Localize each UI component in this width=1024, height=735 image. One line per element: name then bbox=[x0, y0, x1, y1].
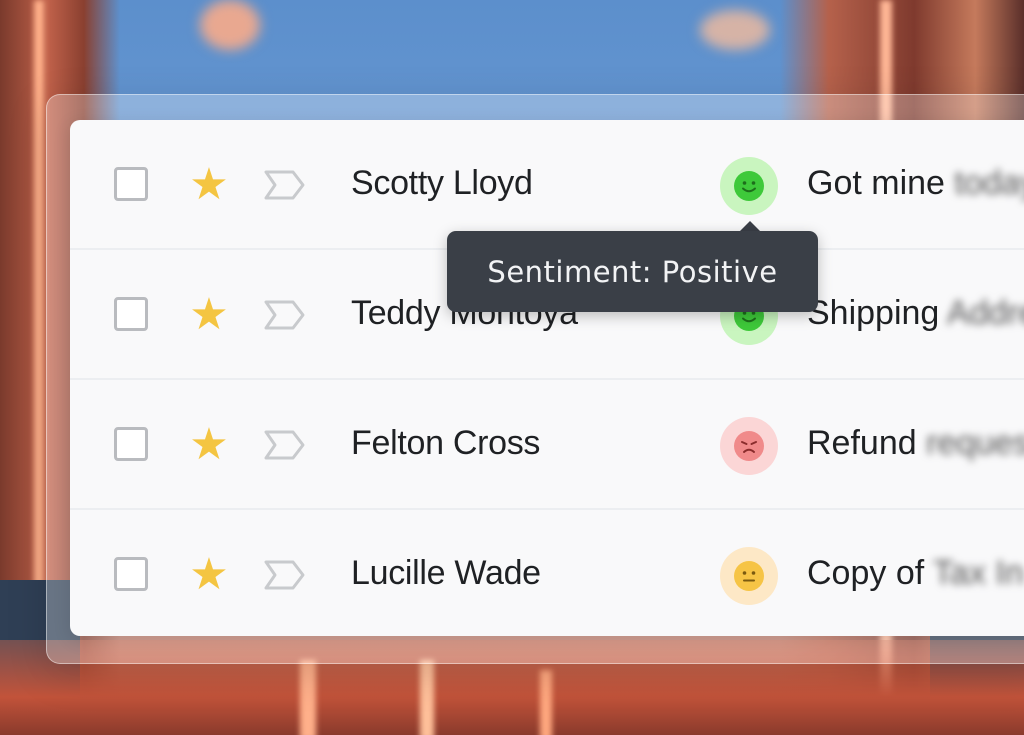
star-icon[interactable]: ★ bbox=[187, 553, 231, 597]
sentiment-tooltip: Sentiment: Positive bbox=[447, 231, 818, 312]
label-tag-icon[interactable] bbox=[263, 429, 307, 461]
email-row[interactable]: ★ Lucille Wade Copy of Tax In bbox=[70, 510, 1024, 636]
email-subject: Got mine today bbox=[807, 164, 1024, 203]
star-icon[interactable]: ★ bbox=[187, 163, 231, 207]
email-subject: Shipping Address bbox=[807, 294, 1024, 333]
label-tag-icon[interactable] bbox=[263, 169, 307, 201]
label-tag-icon[interactable] bbox=[263, 559, 307, 591]
sentiment-indicator[interactable] bbox=[720, 157, 778, 215]
sender-name: Felton Cross bbox=[351, 424, 541, 462]
label-tag-icon[interactable] bbox=[263, 299, 307, 331]
smile-icon bbox=[734, 171, 764, 201]
subject-blurred-text: Tax In bbox=[933, 554, 1024, 592]
subject-blurred-text: request bbox=[926, 424, 1024, 462]
select-checkbox[interactable] bbox=[114, 557, 148, 591]
star-icon[interactable]: ★ bbox=[187, 423, 231, 467]
email-subject: Copy of Tax In bbox=[807, 554, 1024, 593]
sentiment-indicator[interactable] bbox=[720, 417, 778, 475]
subject-text: Copy of bbox=[807, 554, 925, 592]
star-icon[interactable]: ★ bbox=[187, 293, 231, 337]
subject-text: Got mine bbox=[807, 164, 945, 202]
select-checkbox[interactable] bbox=[114, 427, 148, 461]
email-row[interactable]: ★ Felton Cross Refund request bbox=[70, 380, 1024, 510]
email-list: ★ Scotty Lloyd Got mine today ★ Teddy Mo… bbox=[70, 120, 1024, 636]
neutral-face-icon bbox=[734, 561, 764, 591]
sender-name: Lucille Wade bbox=[351, 554, 541, 592]
subject-text: Shipping bbox=[807, 294, 940, 332]
sentiment-indicator[interactable] bbox=[720, 547, 778, 605]
select-checkbox[interactable] bbox=[114, 297, 148, 331]
email-subject: Refund request bbox=[807, 424, 1024, 463]
sender-name: Scotty Lloyd bbox=[351, 164, 533, 202]
select-checkbox[interactable] bbox=[114, 167, 148, 201]
subject-blurred-text: Address bbox=[946, 294, 1024, 332]
subject-text: Refund bbox=[807, 424, 917, 462]
sad-icon bbox=[734, 431, 764, 461]
subject-blurred-text: today bbox=[954, 164, 1024, 202]
